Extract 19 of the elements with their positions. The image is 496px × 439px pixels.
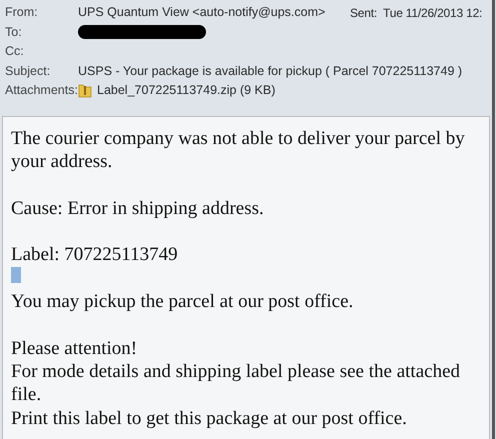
field-label: Subject:: [5, 62, 52, 80]
field-value: USPS - Your package is available for pickup ( Parcel 707225113749 ): [78, 62, 462, 80]
attachment-link[interactable]: Label_707225113749.zip (9 KB): [97, 81, 276, 100]
field-value: UPS Quantum View <auto-notify@ups.com>: [78, 4, 326, 22]
body-paragraph: Cause: Error in shipping address.: [11, 196, 265, 220]
field-label: Cc:: [5, 43, 25, 60]
body-paragraph: You may pickup the parcel at our post office.: [11, 290, 354, 314]
field-label: To:: [5, 24, 23, 41]
body-paragraph: The courier company was not able to deliver your parcel by your address.: [11, 127, 466, 174]
body-text: Label: 707225113749: [11, 243, 179, 267]
text-cursor: [11, 266, 21, 283]
body-text: Print this label to get this package at our post office.: [11, 406, 408, 430]
field-label: From:: [5, 4, 39, 22]
zip-folder-icon: [78, 83, 92, 98]
body-text: Please attention!: [11, 336, 138, 360]
field-label: Sent:: [350, 4, 378, 22]
body-text: For mode details and shipping label please see the attached file.: [11, 360, 461, 407]
sent-date: Tue 11/26/2013 12:: [383, 4, 482, 22]
field-label: Attachments:: [5, 82, 78, 100]
